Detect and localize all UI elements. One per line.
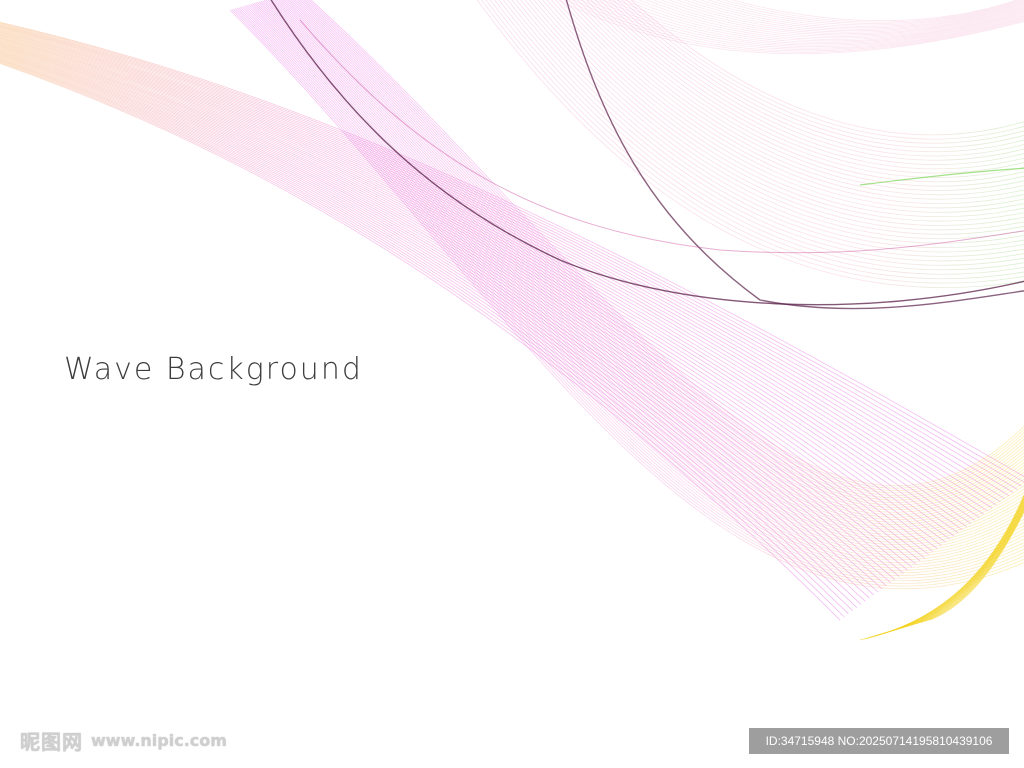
- wave-ribbon-upper: [623, 0, 1024, 42]
- site-name: 昵图网: [20, 729, 83, 754]
- wave-ribbon-lower: [285, 0, 1024, 513]
- page-title: Wave Background: [64, 352, 363, 387]
- wave-ribbon-main: [0, 51, 896, 580]
- wave-ribbon-main: [0, 41, 942, 546]
- wave-ribbon-lower: [255, 2, 1024, 551]
- wave-ribbon-main: [0, 45, 921, 562]
- site-logo: 昵图网 www.nipic.com: [20, 727, 227, 754]
- image-id-bar: ID:34715948 NO:20250714195810439106: [749, 728, 1009, 754]
- wave-ribbon-main: [0, 48, 908, 571]
- wave-ribbon-lower: [251, 3, 1024, 556]
- site-url: www.nipic.com: [91, 730, 227, 750]
- wave-ribbon-main: [0, 52, 891, 584]
- wave-ribbon-main: [0, 57, 866, 602]
- wave-ribbon-main: [0, 27, 1005, 500]
- wave-ribbon-top: [511, 0, 1024, 253]
- wave-ribbon-lower: [305, 0, 1024, 491]
- wave-ribbon-lower: [301, 0, 1024, 496]
- wave-ribbon-main: [0, 61, 849, 615]
- wave-lines: [0, 0, 1024, 641]
- wave-ribbon-main: [0, 49, 904, 574]
